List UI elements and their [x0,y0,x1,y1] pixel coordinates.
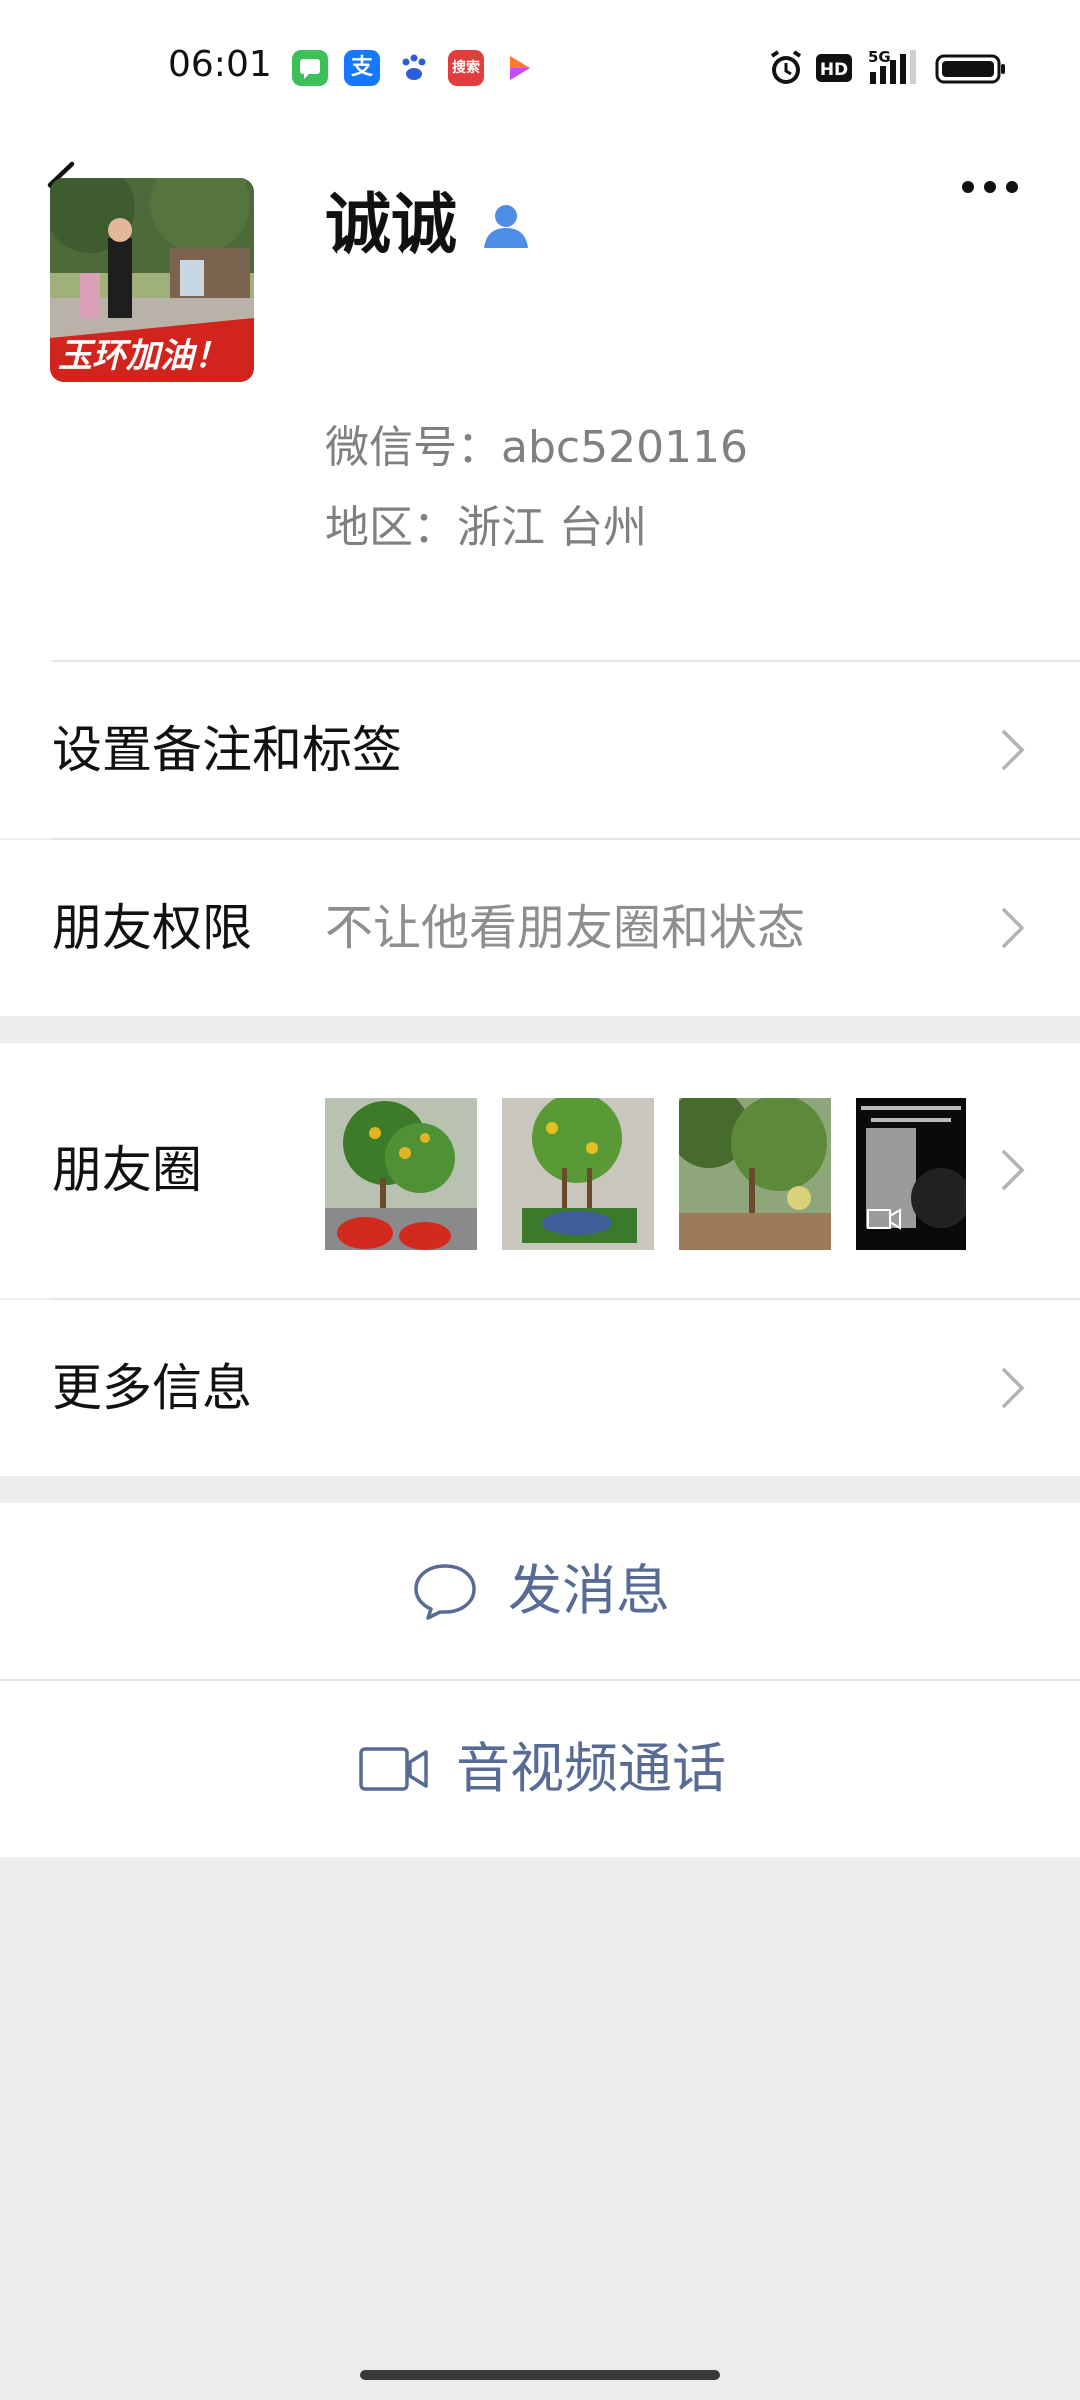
more-dot-icon [1006,181,1018,193]
signal-icon: 5G [868,48,916,84]
wechat-id: 微信号：abc520116 [325,422,749,473]
more-info-row[interactable]: 更多信息 [0,1300,1080,1476]
more-options-button[interactable] [958,176,1022,198]
battery-icon [935,54,1005,84]
user-badge-icon [484,205,528,248]
moments-label: 朋友圈 [52,1141,202,1199]
send-message-label: 发消息 [508,1559,670,1622]
more-info-label: 更多信息 [52,1359,252,1417]
svg-text:HD: HD [820,60,848,80]
avatar-caption: 玉环加油！ [58,336,228,376]
moments-photo [679,1098,831,1250]
friend-permission-row[interactable]: 朋友权限 不让他看朋友圈和状态 [0,840,1080,1016]
moments-row[interactable]: 朋友圈 [0,1043,1080,1298]
moments-photo [325,1098,477,1250]
send-message-button[interactable]: 发消息 [0,1503,1080,1679]
friend-permission-value: 不让他看朋友圈和状态 [325,900,806,956]
status-bar: 06:01 支 搜索 HD 5G [0,0,1080,135]
more-dot-icon [984,181,996,193]
network-label: 5G [868,48,891,66]
chevron-right-icon [1002,908,1025,948]
baidu-icon [396,50,432,86]
chevron-right-icon [1002,1150,1025,1190]
friend-permission-label: 朋友权限 [52,899,252,957]
alarm-icon [770,50,802,84]
hd-icon: HD [816,54,852,82]
video-camera-icon [359,1747,428,1791]
chevron-right-icon [1002,730,1025,770]
sousuo-icon: 搜索 [448,50,484,86]
video-call-label: 音视频通话 [456,1737,726,1800]
chevron-right-icon [1002,1368,1025,1408]
chat-icon [292,50,328,86]
more-dot-icon [962,181,974,193]
region: 地区：浙江 台州 [325,502,647,553]
moments-photo [502,1098,654,1250]
remark-tags-row[interactable]: 设置备注和标签 [0,662,1080,838]
profile-name: 诚诚 [325,186,457,263]
chat-bubble-icon [414,1564,476,1620]
home-indicator[interactable] [360,2370,720,2380]
remark-tags-label: 设置备注和标签 [52,721,402,779]
video-icon [500,50,536,86]
alipay-icon: 支 [344,50,380,86]
status-time: 06:01 [168,44,272,85]
avatar[interactable]: 玉环加油！ [50,178,254,382]
video-call-button[interactable]: 音视频通话 [0,1681,1080,1857]
moments-video [856,1098,966,1250]
